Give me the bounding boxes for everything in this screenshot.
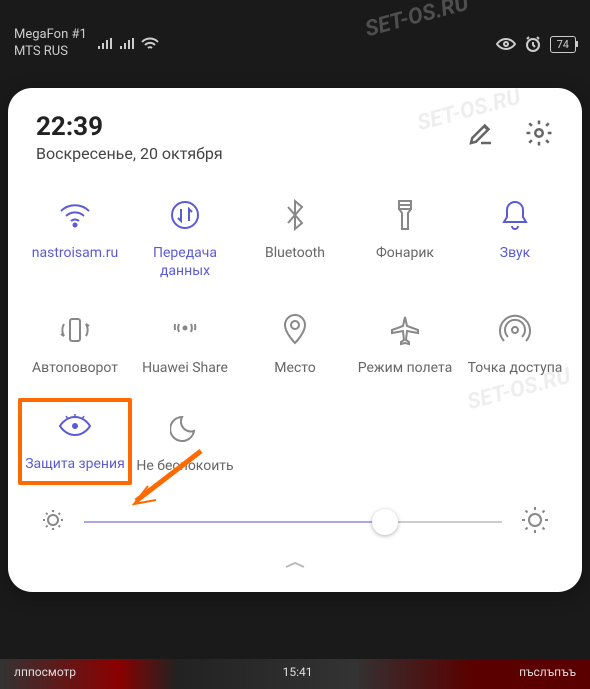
data-icon [169, 195, 201, 235]
tile-huawei-share[interactable]: Huawei Share [132, 304, 238, 384]
tile-label: Bluetooth [265, 245, 325, 263]
tile-location[interactable]: Место [242, 304, 348, 384]
status-bar: MegaFon #1 MTS RUS 74 [0, 0, 590, 80]
brightness-high-icon [520, 505, 550, 539]
brightness-low-icon [40, 507, 66, 537]
tile-label: Защита зрения [25, 456, 125, 474]
dnd-icon [170, 408, 200, 448]
background-strip: лппосмотр15:41пъслъпъъ [0, 659, 590, 689]
clock-time: 22:39 [36, 112, 466, 142]
tiles-grid: nastroisam.ru Передача данных Bluetooth … [22, 189, 568, 481]
tile-hotspot[interactable]: Точка доступа [462, 304, 568, 384]
tile-label: nastroisam.ru [32, 245, 118, 263]
clock-date: Воскресенье, 20 октября [36, 144, 466, 163]
brightness-slider[interactable] [84, 521, 502, 523]
tile-label: Место [274, 360, 315, 378]
tile-label: Фонарик [376, 245, 434, 263]
location-icon [282, 310, 308, 350]
hotspot-icon [498, 310, 532, 350]
carrier-1: MegaFon #1 [14, 27, 87, 44]
eye-icon [58, 406, 92, 446]
tile-label: Huawei Share [142, 360, 228, 378]
tile-label: Звук [500, 245, 530, 263]
gear-icon[interactable] [524, 118, 554, 152]
autorotate-icon [58, 310, 92, 350]
bluetooth-icon [284, 195, 306, 235]
share-icon [169, 310, 201, 350]
tile-label: Не беспокоить [136, 458, 233, 476]
carrier-2: MTS RUS [14, 44, 87, 61]
tile-sound[interactable]: Звук [462, 189, 568, 286]
tile-eye-comfort[interactable]: Защита зрения [18, 398, 132, 486]
wifi-icon [58, 195, 92, 235]
tile-label: Режим полета [358, 360, 452, 378]
status-left: MegaFon #1 MTS RUS [14, 27, 159, 61]
tile-mobile-data[interactable]: Передача данных [132, 189, 238, 286]
slider-thumb[interactable] [372, 509, 398, 535]
sound-icon [500, 195, 530, 235]
eye-status-icon [496, 37, 516, 51]
tile-label: Передача данных [134, 245, 236, 280]
tile-label: Автоповорот [32, 360, 118, 378]
brightness-row [22, 481, 568, 547]
battery-indicator: 74 [550, 36, 576, 53]
airplane-icon [389, 310, 421, 350]
alarm-status-icon [524, 35, 542, 53]
tile-wifi[interactable]: nastroisam.ru [22, 189, 128, 286]
panel-grabber[interactable] [22, 555, 568, 574]
tile-bluetooth[interactable]: Bluetooth [242, 189, 348, 286]
tile-flashlight[interactable]: Фонарик [352, 189, 458, 286]
tile-label: Точка доступа [468, 360, 563, 378]
tile-airplane[interactable]: Режим полета [352, 304, 458, 384]
tile-dnd[interactable]: Не беспокоить [132, 402, 238, 482]
edit-icon[interactable] [466, 118, 496, 152]
panel-header: 22:39 Воскресенье, 20 октября [22, 112, 568, 183]
quick-settings-panel: 22:39 Воскресенье, 20 октября nastroisam… [8, 88, 582, 592]
flashlight-icon [394, 195, 416, 235]
tile-autorotate[interactable]: Автоповорот [22, 304, 128, 384]
signal-icons [97, 37, 159, 51]
status-right: 74 [496, 35, 576, 53]
